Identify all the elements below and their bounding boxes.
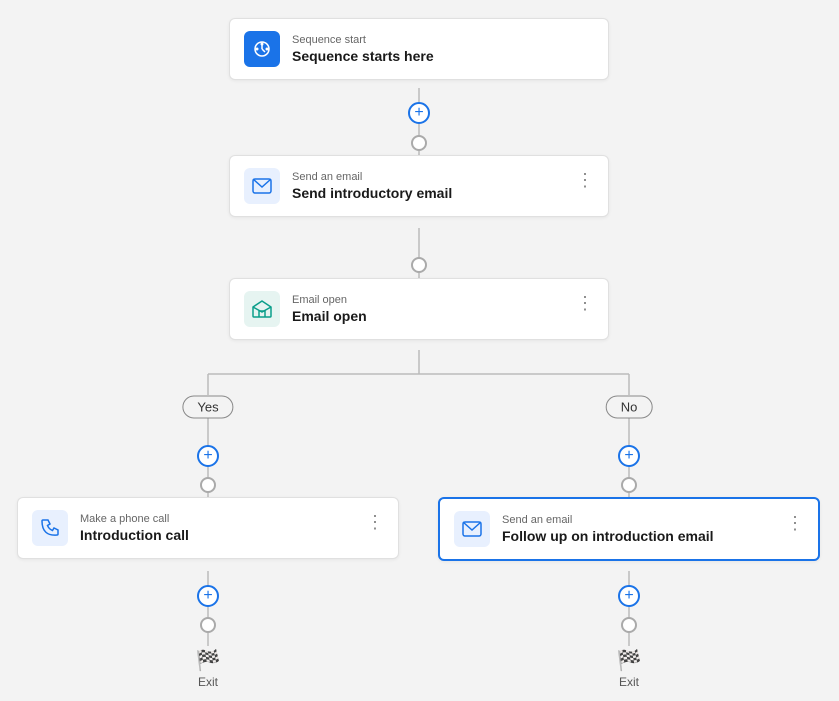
exit-flag-right: 🏁: [617, 648, 642, 673]
email-open-text: Email open Email open: [292, 294, 564, 324]
exit-right: 🏁 Exit: [617, 648, 642, 689]
email-open-title: Email open: [292, 308, 564, 324]
add-step-right[interactable]: +: [618, 445, 640, 467]
send-email-1-menu[interactable]: ⋮: [576, 170, 594, 191]
email-icon-2: [454, 511, 490, 547]
email-open-menu[interactable]: ⋮: [576, 293, 594, 314]
send-email-1-title: Send introductory email: [292, 185, 564, 201]
sequence-start-text: Sequence start Sequence starts here: [292, 34, 594, 64]
email-open-icon: [244, 291, 280, 327]
send-email-2-card[interactable]: Send an email Follow up on introduction …: [438, 497, 820, 561]
workflow-canvas: Sequence start Sequence starts here + Se…: [0, 0, 839, 701]
sequence-start-label: Sequence start: [292, 34, 594, 46]
connector-2: [411, 257, 427, 273]
phone-call-title: Introduction call: [80, 527, 354, 543]
email-open-label: Email open: [292, 294, 564, 306]
phone-icon: [32, 510, 68, 546]
connector-left-2: [200, 617, 216, 633]
exit-left: 🏁 Exit: [196, 648, 221, 689]
add-step-1[interactable]: +: [408, 102, 430, 124]
send-email-1-label: Send an email: [292, 171, 564, 183]
connector-right: [621, 477, 637, 493]
sequence-start-title: Sequence starts here: [292, 48, 594, 64]
connector-left: [200, 477, 216, 493]
send-email-2-title: Follow up on introduction email: [502, 528, 774, 544]
connector-right-2: [621, 617, 637, 633]
phone-call-menu[interactable]: ⋮: [366, 512, 384, 533]
add-step-right-2[interactable]: +: [618, 585, 640, 607]
exit-flag-left: 🏁: [196, 648, 221, 673]
sequence-start-card[interactable]: Sequence start Sequence starts here: [229, 18, 609, 80]
exit-label-left: Exit: [198, 675, 218, 689]
send-email-2-text: Send an email Follow up on introduction …: [502, 514, 774, 544]
phone-call-card[interactable]: Make a phone call Introduction call ⋮: [17, 497, 399, 559]
exit-label-right: Exit: [619, 675, 639, 689]
add-step-left[interactable]: +: [197, 445, 219, 467]
send-email-1-text: Send an email Send introductory email: [292, 171, 564, 201]
yes-branch: Yes: [182, 396, 233, 419]
phone-call-text: Make a phone call Introduction call: [80, 513, 354, 543]
email-open-card[interactable]: Email open Email open ⋮: [229, 278, 609, 340]
email-icon-1: [244, 168, 280, 204]
send-email-1-card[interactable]: Send an email Send introductory email ⋮: [229, 155, 609, 217]
sequence-icon: [244, 31, 280, 67]
add-step-left-2[interactable]: +: [197, 585, 219, 607]
send-email-2-label: Send an email: [502, 514, 774, 526]
connector-1: [411, 135, 427, 151]
no-branch: No: [606, 396, 653, 419]
phone-call-label: Make a phone call: [80, 513, 354, 525]
send-email-2-menu[interactable]: ⋮: [786, 513, 804, 534]
